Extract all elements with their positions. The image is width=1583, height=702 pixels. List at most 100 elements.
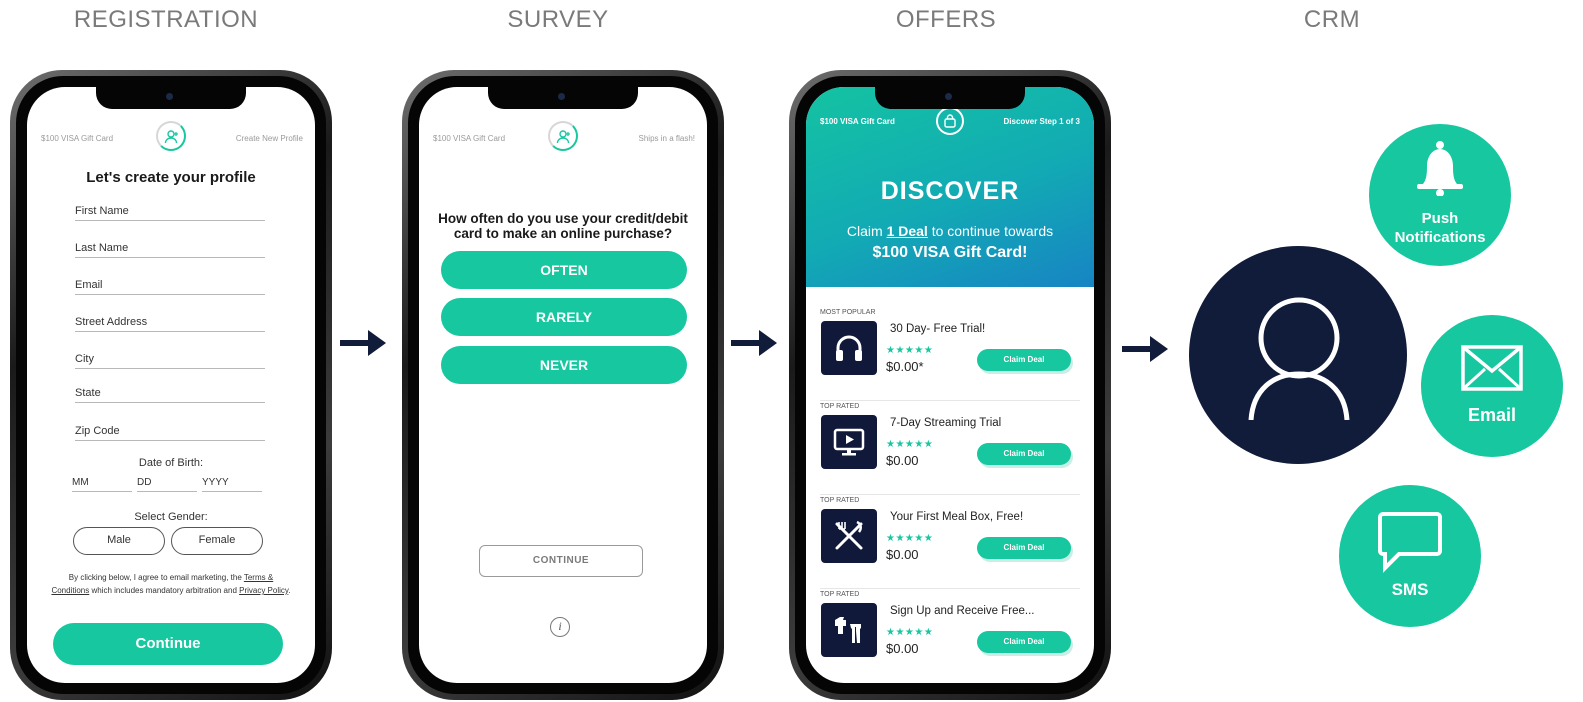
survey-question: How often do you use your credit/debit c… <box>438 211 688 241</box>
answer-never-button[interactable]: NEVER <box>441 346 687 384</box>
phone-notch <box>96 87 246 109</box>
info-icon[interactable]: i <box>550 617 570 637</box>
tv-play-icon <box>833 428 865 456</box>
header-step-label: Discover Step 1 of 3 <box>1003 117 1080 126</box>
gender-female-button[interactable]: Female <box>171 527 263 555</box>
zip-code-field[interactable]: Zip Code <box>75 425 265 441</box>
deal-name: 30 Day- Free Trial! <box>890 323 986 335</box>
city-field[interactable]: City <box>75 353 265 369</box>
street-address-field[interactable]: Street Address <box>75 316 265 332</box>
continue-button[interactable]: CONTINUE <box>479 545 643 577</box>
header-ships-label: Ships in a flash! <box>638 134 695 143</box>
user-profile-circle <box>1189 246 1407 464</box>
lock-bag-icon <box>944 114 956 128</box>
stage-title-crm: CRM <box>1303 6 1361 33</box>
deal-price: $0.00 <box>886 641 919 656</box>
dob-month-field[interactable]: MM <box>72 477 132 492</box>
stage-title-offers: OFFERS <box>895 6 997 33</box>
survey-topbar: $100 VISA Gift Card Ships in a flash! <box>419 121 707 155</box>
deal-name: 7-Day Streaming Trial <box>890 417 1002 429</box>
deal-rating: ★★★★★ <box>886 345 934 356</box>
push-label-line2: Notifications <box>1394 229 1486 246</box>
gender-label: Select Gender: <box>134 511 208 523</box>
progress-ring <box>936 107 964 135</box>
last-name-field[interactable]: Last Name <box>75 242 265 258</box>
deal-rating: ★★★★★ <box>886 627 934 638</box>
claim-text: Claim 1 Deal to continue towards <box>846 223 1054 239</box>
page-title: Let's create your profile <box>86 169 256 186</box>
deal-tag: TOP RATED <box>820 403 860 410</box>
bell-icon <box>1417 141 1463 196</box>
deal-item: MOST POPULAR 30 Day- Free Trial! ★★★★★ $… <box>806 309 1094 401</box>
header-gift-card-label: $100 VISA Gift Card <box>820 117 895 126</box>
deal-item: TOP RATED Sign Up and Receive Free... ★★… <box>806 591 1094 683</box>
continue-button[interactable]: Continue <box>53 623 283 665</box>
dob-day-field[interactable]: DD <box>137 477 197 492</box>
deal-thumbnail <box>821 321 877 375</box>
first-name-field[interactable]: First Name <box>75 205 265 221</box>
deal-thumbnail <box>821 415 877 469</box>
stage-title-registration: REGISTRATION <box>73 6 259 33</box>
deal-item: TOP RATED Your First Meal Box, Free! ★★★… <box>806 497 1094 589</box>
arrow-right-icon <box>340 330 386 356</box>
registration-screen: $100 VISA Gift Card Create New Profile L… <box>27 87 315 683</box>
add-user-icon <box>556 130 570 144</box>
deal-price: $0.00 <box>886 547 919 562</box>
user-icon <box>1248 297 1350 420</box>
privacy-link[interactable]: Privacy Policy <box>239 586 288 595</box>
arrow-right-icon <box>731 330 777 356</box>
claim-deal-button[interactable]: Claim Deal <box>977 537 1071 559</box>
one-deal-link[interactable]: 1 Deal <box>887 223 928 239</box>
deal-rating: ★★★★★ <box>886 533 934 544</box>
headphones-icon <box>836 335 862 361</box>
add-user-icon <box>164 130 178 144</box>
deal-rating: ★★★★★ <box>886 439 934 450</box>
gender-male-button[interactable]: Male <box>73 527 165 555</box>
deal-name: Your First Meal Box, Free! <box>890 511 1024 523</box>
offers-screen: $100 VISA Gift Card Discover Step 1 of 3… <box>806 87 1094 683</box>
email-label: Email <box>1467 405 1517 425</box>
state-field[interactable]: State <box>75 387 265 403</box>
header-create-profile-label: Create New Profile <box>235 134 303 143</box>
registration-topbar: $100 VISA Gift Card Create New Profile <box>27 121 315 155</box>
phone-survey: $100 VISA Gift Card Ships in a flash! Ho… <box>402 70 724 700</box>
chat-bubble-icon <box>1378 512 1442 573</box>
gift-card-headline: $100 VISA Gift Card! <box>872 244 1028 261</box>
claim-deal-button[interactable]: Claim Deal <box>977 443 1071 465</box>
deal-tag: TOP RATED <box>820 591 860 598</box>
envelope-icon <box>1461 345 1523 391</box>
deal-price: $0.00* <box>886 359 924 374</box>
push-label-line1: Push <box>1421 210 1459 227</box>
survey-screen: $100 VISA Gift Card Ships in a flash! Ho… <box>419 87 707 683</box>
dob-label: Date of Birth: <box>138 457 204 469</box>
progress-ring <box>156 121 186 151</box>
push-notifications-bubble: Push Notifications <box>1369 124 1511 266</box>
deal-name: Sign Up and Receive Free... <box>890 605 1035 617</box>
fork-knife-icon <box>835 520 863 550</box>
offers-header: $100 VISA Gift Card Discover Step 1 of 3… <box>806 87 1094 287</box>
header-gift-card-label: $100 VISA Gift Card <box>433 134 506 143</box>
clothing-icon <box>835 617 861 643</box>
discover-title: DISCOVER <box>880 177 1020 205</box>
stage-title-survey: SURVEY <box>507 6 609 33</box>
deal-item: TOP RATED 7-Day Streaming Trial ★★★★★ $0… <box>806 403 1094 495</box>
claim-deal-button[interactable]: Claim Deal <box>977 349 1071 371</box>
answer-often-button[interactable]: OFTEN <box>441 251 687 289</box>
header-gift-card-label: $100 VISA Gift Card <box>41 134 114 143</box>
deal-thumbnail <box>821 509 877 563</box>
phone-notch <box>875 87 1025 109</box>
sms-bubble: SMS <box>1339 485 1481 627</box>
phone-offers: $100 VISA Gift Card Discover Step 1 of 3… <box>789 70 1111 700</box>
legal-text: By clicking below, I agree to email mark… <box>51 573 291 595</box>
phone-notch <box>488 87 638 109</box>
progress-ring <box>548 121 578 151</box>
claim-deal-button[interactable]: Claim Deal <box>977 631 1071 653</box>
arrow-right-icon <box>1122 336 1168 362</box>
answer-rarely-button[interactable]: RARELY <box>441 298 687 336</box>
dob-year-field[interactable]: YYYY <box>202 477 262 492</box>
email-field[interactable]: Email <box>75 279 265 295</box>
deal-price: $0.00 <box>886 453 919 468</box>
deal-tag: TOP RATED <box>820 497 860 504</box>
deal-tag: MOST POPULAR <box>820 309 876 316</box>
sms-label: SMS <box>1391 580 1429 599</box>
